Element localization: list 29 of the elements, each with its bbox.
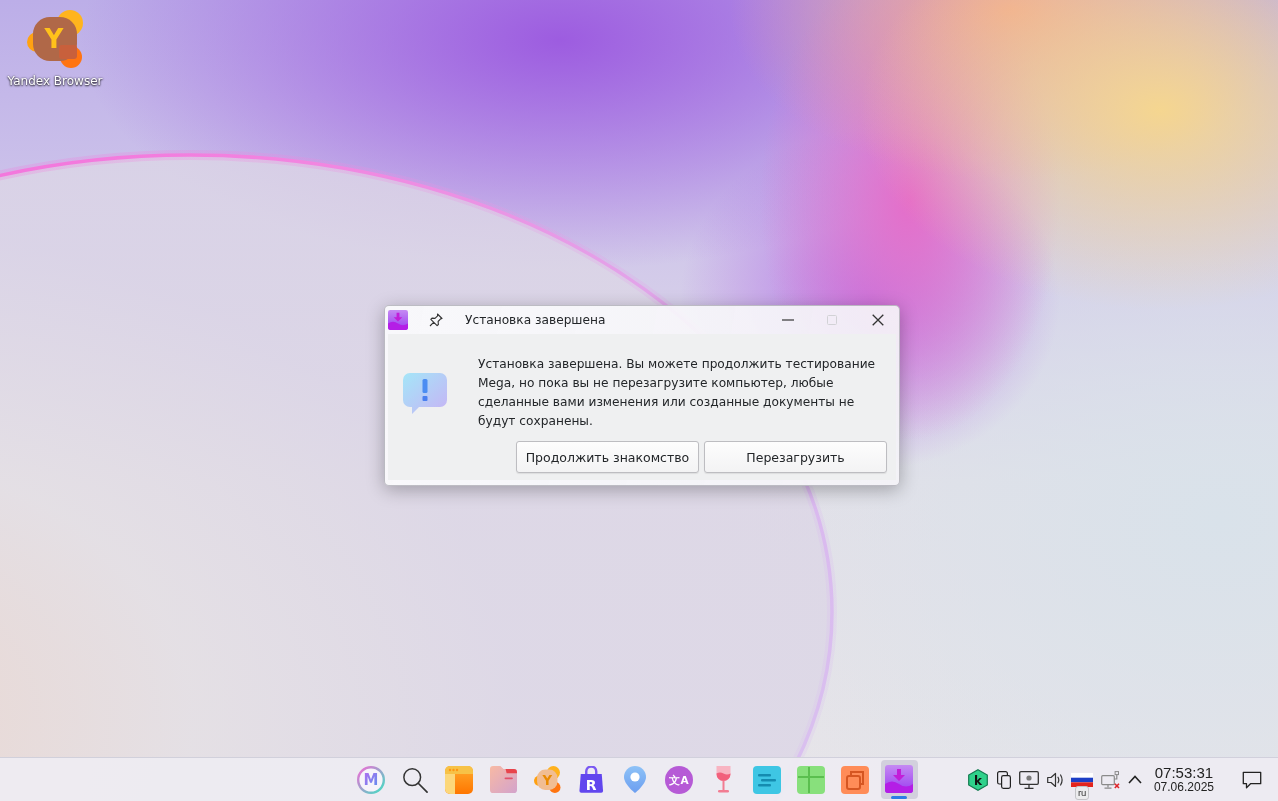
monitor-icon[interactable] — [1018, 770, 1039, 789]
icon-label: Yandex Browser — [7, 74, 103, 88]
message-text: Установка завершена. Вы можете продолжить тестирование Mega, но пока вы не перезагрузите компьютер, любые сделанные вами изменения или созданные документы не будут сохранены. — [478, 356, 877, 430]
wine-glass-icon[interactable] — [715, 766, 731, 793]
volume-icon[interactable] — [1046, 771, 1063, 788]
location-pin-icon[interactable] — [624, 766, 646, 793]
text-lines-icon[interactable] — [753, 765, 781, 794]
network-icon[interactable] — [1100, 770, 1120, 789]
info-icon — [403, 372, 447, 414]
chevron-up-icon[interactable] — [1127, 775, 1142, 784]
flag-icon[interactable] — [1070, 772, 1093, 787]
translate-icon[interactable]: 文A — [665, 765, 693, 794]
close-icon[interactable] — [872, 314, 884, 326]
window-icon[interactable] — [445, 765, 473, 794]
clock-time[interactable]: 07:53:31 — [1154, 765, 1214, 781]
pin-icon[interactable] — [429, 313, 443, 327]
action-button[interactable]: Продолжить знакомство — [516, 441, 699, 473]
window-title: Установка завершена — [465, 313, 606, 327]
hexagon-logo-icon[interactable]: k — [966, 768, 989, 791]
clipboard-icon[interactable] — [996, 770, 1011, 789]
clock-date[interactable]: 07.06.2025 — [1153, 781, 1214, 794]
overlapping-squares-icon[interactable] — [841, 765, 869, 794]
action-button[interactable]: Перезагрузить — [704, 441, 887, 473]
folder-icon[interactable] — [489, 766, 517, 793]
taskbar-button[interactable] — [880, 760, 918, 799]
search-icon[interactable] — [402, 766, 428, 793]
download-icon — [885, 765, 913, 793]
speech-bubble-icon[interactable] — [1242, 770, 1262, 789]
download-icon — [388, 310, 408, 330]
